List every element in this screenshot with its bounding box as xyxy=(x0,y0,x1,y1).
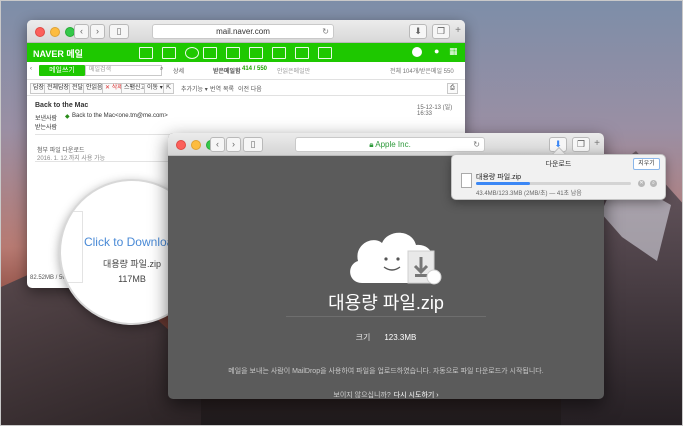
window-controls xyxy=(35,27,75,37)
prev-next-button[interactable]: 이전 다음 xyxy=(238,84,262,93)
mail-read-icon[interactable] xyxy=(185,47,199,59)
maildrop-cloud-icon xyxy=(350,232,442,285)
title-bar: ‹ › ▯ 🔒︎ Apple Inc. ↻ ⬇ ❐ + xyxy=(168,133,604,156)
size-label: 크기 xyxy=(355,333,371,342)
more-menu[interactable]: 추가기능 ▾ xyxy=(181,84,208,93)
forward-button[interactable]: › xyxy=(90,24,105,39)
close-button[interactable] xyxy=(176,140,186,150)
drive-icon[interactable] xyxy=(272,47,286,59)
reveal-in-finder-icon[interactable]: ⌕ xyxy=(650,180,657,187)
contacts-icon[interactable] xyxy=(226,47,240,59)
retry-prompt: 보이지 않으십니까? xyxy=(333,392,391,399)
reload-icon[interactable]: ↻ xyxy=(322,25,329,38)
inbox-count: 414 / 550 xyxy=(242,66,268,72)
divider xyxy=(286,316,486,317)
print-icon[interactable]: ⎙ xyxy=(447,83,458,94)
desktop: ‹ › ▯ mail.naver.com ↻ ⬇ ❐ + NAVER 메일 ● … xyxy=(0,0,683,426)
downloads-popover: 다운로드 지우기 대용량 파일.zip ✕ ⌕ 43.4MB/123.3MB (… xyxy=(451,154,666,200)
title-bar: ‹ › ▯ mail.naver.com ↻ ⬇ ❐ + xyxy=(27,20,465,43)
from-value[interactable]: Back to the Mac<one.tm@me.com> xyxy=(72,113,168,119)
from-label: 보낸사람 xyxy=(35,116,58,122)
naver-logo[interactable]: NAVER 메일 xyxy=(33,47,83,60)
clear-downloads-button[interactable]: 지우기 xyxy=(633,158,660,170)
action-bar: 답장 전체답장 전달 안읽음 ✕ 삭제 스팸신고 이동 ▾ ⇱ 추가기능 ▾ 번… xyxy=(27,80,465,96)
sidebar-icon[interactable]: ▯ xyxy=(109,24,129,39)
mail-total: 전체 104개/받은메일 550 xyxy=(390,69,454,75)
download-icon[interactable]: ⬇ xyxy=(409,24,427,39)
mail-date: 15-12-13 (일) 16:33 xyxy=(417,105,453,117)
inbox-label[interactable]: 받은메일함 xyxy=(213,66,241,75)
zip-file-icon xyxy=(461,173,472,188)
maildrop-description: 메일을 보내는 사람이 MailDrop을 사용하여 파일을 업로드하였습니다.… xyxy=(228,368,544,375)
divider xyxy=(35,161,175,162)
write-icon[interactable] xyxy=(162,47,176,59)
size-value: 123.3MB xyxy=(384,333,417,342)
tabs-icon[interactable]: ❐ xyxy=(432,24,450,39)
new-tab-icon[interactable]: + xyxy=(455,25,461,36)
folder-icon[interactable] xyxy=(318,47,332,59)
memo-icon[interactable] xyxy=(249,47,263,59)
minimize-button[interactable] xyxy=(191,140,201,150)
search-icon[interactable]: ⌕ xyxy=(160,66,163,73)
settings-icon[interactable] xyxy=(295,47,309,59)
popout-icon[interactable]: ⇱ xyxy=(163,83,175,94)
download-progress-bar xyxy=(476,182,631,185)
address-bar[interactable]: 🔒︎ Apple Inc. ↻ xyxy=(295,137,485,152)
unread-filter[interactable]: 안읽은메일만 xyxy=(277,66,310,75)
download-progress-fill xyxy=(476,182,531,185)
calendar-icon[interactable] xyxy=(203,47,217,59)
file-size-row: 크기 123.3MB xyxy=(168,332,604,343)
collapse-icon[interactable]: ‹ xyxy=(30,66,32,72)
write-mail-button[interactable]: 메일쓰기 xyxy=(39,65,85,76)
retry-link[interactable]: 다시 시도하기 › xyxy=(394,392,439,399)
address-bar[interactable]: mail.naver.com ↻ xyxy=(152,24,334,39)
tabs-icon[interactable]: ❐ xyxy=(572,137,590,152)
back-button[interactable]: ‹ xyxy=(210,137,225,152)
address-text: Apple Inc. xyxy=(375,140,411,149)
notification-icon[interactable]: ● xyxy=(434,46,439,56)
translate-button[interactable]: 번역 xyxy=(210,84,221,93)
search-option[interactable]: 상세 xyxy=(173,66,184,75)
reply-all-button[interactable]: 전체답장 xyxy=(44,83,73,94)
forward-button[interactable]: › xyxy=(226,137,241,152)
stop-download-icon[interactable]: ✕ xyxy=(638,180,645,187)
search-input[interactable]: 메일검색 xyxy=(85,65,162,76)
back-button[interactable]: ‹ xyxy=(74,24,89,39)
naver-header: NAVER 메일 ● ▦ xyxy=(27,43,465,62)
mail-toolbar: ‹ 메일쓰기 메일검색 ⌕ 상세 받은메일함 414 / 550 안읽은메일만 … xyxy=(27,62,465,80)
apps-grid-icon[interactable]: ▦ xyxy=(449,46,458,57)
lock-icon: 🔒︎ xyxy=(369,140,374,149)
file-name-title: 대용량 파일.zip xyxy=(328,293,444,313)
download-file-name: 대용량 파일.zip xyxy=(476,174,522,181)
download-status: 43.4MB/123.3MB (2MB/초) — 41초 남음 xyxy=(476,191,582,197)
close-button[interactable] xyxy=(35,27,45,37)
mail-icon[interactable] xyxy=(139,47,153,59)
address-text: mail.naver.com xyxy=(216,27,270,36)
reload-icon[interactable]: ↻ xyxy=(473,138,480,151)
list-button[interactable]: 목록 xyxy=(223,84,234,93)
sender-icon: ◆ xyxy=(65,114,70,120)
to-label: 받는사람 xyxy=(35,125,58,131)
retry-row: 보이지 않으십니까? 다시 시도하기 › xyxy=(168,390,604,399)
mail-subject: Back to the Mac xyxy=(35,102,89,109)
minimize-button[interactable] xyxy=(50,27,60,37)
sidebar-icon[interactable]: ▯ xyxy=(243,137,263,152)
avatar[interactable] xyxy=(412,47,422,57)
new-tab-icon[interactable]: + xyxy=(594,138,600,149)
